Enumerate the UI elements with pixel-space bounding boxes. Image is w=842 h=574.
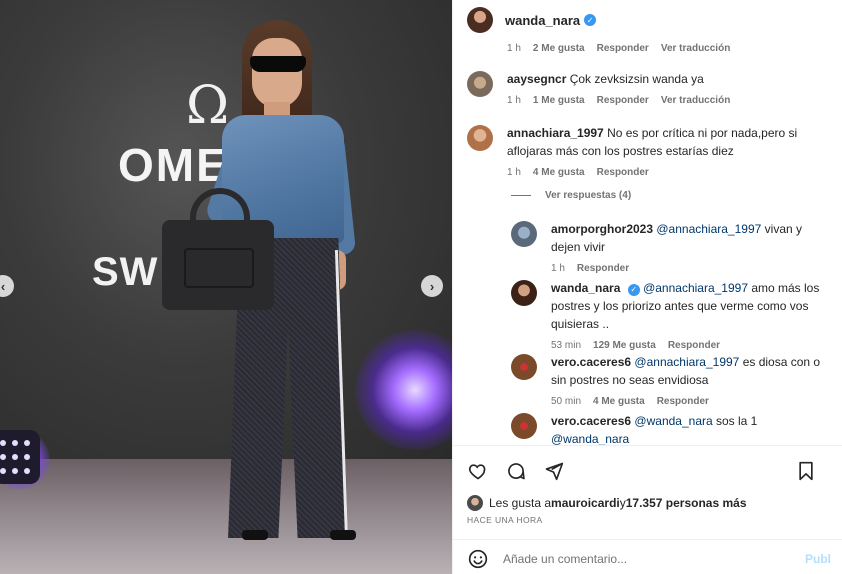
comment-icon[interactable] — [505, 460, 527, 482]
mention-link[interactable]: @annachiara_1997 — [634, 355, 739, 369]
comment-username[interactable]: aaysegncr — [507, 72, 566, 86]
likes-prefix: Les gusta a — [489, 496, 552, 510]
face — [252, 38, 302, 108]
post-header: wanda_nara ✓ — [453, 0, 842, 40]
sunglasses — [250, 56, 306, 72]
likes-count[interactable]: 17.357 personas más — [626, 496, 747, 510]
post-actions: Les gusta a mauroicardi y 17.357 persona… — [453, 445, 842, 574]
add-comment-bar: Añade un comentario... Publ — [453, 539, 842, 574]
right-shoe — [330, 530, 356, 540]
reply-button[interactable]: Responder — [657, 393, 709, 411]
comment-username[interactable]: wanda_nara — [551, 281, 620, 295]
avatar[interactable] — [467, 71, 493, 97]
comment-item: aaysegncr Çok zevksizsin wanda ya 1 h 1 … — [467, 70, 827, 110]
comment-time: 50 min — [551, 396, 582, 407]
comment-text: sos la 1 — [712, 414, 758, 428]
reply-button[interactable]: Responder — [577, 260, 629, 278]
reply-item: vero.caceres6 @wanda_nara sos la 1 @wand… — [511, 412, 842, 445]
comment-likes[interactable]: 4 Me gusta — [593, 393, 645, 411]
reply-item: amorporghor2023 @annachiara_1997 vivan y… — [511, 220, 842, 278]
post-photo: Ω OME SW ‹ › — [0, 0, 452, 574]
view-replies-button[interactable]: Ver respuestas (4) — [511, 190, 631, 201]
chevron-right-icon[interactable]: › — [421, 275, 443, 297]
led-spotlight — [0, 430, 40, 484]
emoji-icon[interactable] — [467, 548, 489, 570]
avatar[interactable] — [467, 125, 493, 151]
mention-link[interactable]: @wanda_nara — [634, 414, 712, 428]
comment-time: 1 h — [507, 95, 521, 106]
comment-list[interactable]: 1 h 2 Me gusta Responder Ver traducción … — [453, 40, 842, 445]
view-replies-label: Ver respuestas (4) — [545, 190, 632, 201]
comment-likes[interactable]: 2 Me gusta — [533, 40, 585, 58]
avatar — [467, 495, 483, 511]
handbag-pocket — [184, 248, 254, 288]
mention-link[interactable]: @wanda_nara — [551, 432, 629, 445]
share-icon[interactable] — [543, 460, 565, 482]
comment-time: 1 h — [551, 263, 565, 274]
avatar[interactable] — [511, 280, 537, 306]
comment-username[interactable]: vero.caceres6 — [551, 414, 631, 428]
translate-button[interactable]: Ver traducción — [661, 40, 730, 58]
reply-button[interactable]: Responder — [597, 92, 649, 110]
comment-likes[interactable]: 1 Me gusta — [533, 92, 585, 110]
comment-input[interactable]: Añade un comentario... — [503, 552, 805, 566]
mention-link[interactable]: @annachiara_1997 — [643, 281, 748, 295]
avatar[interactable] — [511, 221, 537, 247]
likes-summary: Les gusta a mauroicardi y 17.357 persona… — [467, 495, 747, 511]
instagram-post-view: Ω OME SW ‹ › wanda_nara ✓ 1 h 2 Me gusta… — [0, 0, 842, 574]
reply-item: vero.caceres6 @annachiara_1997 es diosa … — [511, 353, 842, 411]
comment-likes[interactable]: 4 Me gusta — [533, 164, 585, 182]
verified-badge-icon: ✓ — [627, 284, 640, 296]
comment-text: Çok zevksizsin wanda ya — [569, 72, 704, 86]
avatar[interactable] — [467, 7, 493, 33]
avatar[interactable] — [511, 354, 537, 380]
swatch-logo-text: SW — [92, 250, 159, 294]
publish-button[interactable]: Publ — [805, 552, 842, 566]
woman-figure — [162, 20, 380, 550]
heart-icon[interactable] — [467, 460, 489, 482]
avatar[interactable] — [511, 413, 537, 439]
comment-username[interactable]: vero.caceres6 — [551, 355, 631, 369]
translate-button[interactable]: Ver traducción — [661, 92, 730, 110]
reply-button[interactable]: Responder — [597, 40, 649, 58]
post-timestamp[interactable]: HACE UNA HORA — [467, 515, 543, 525]
comment-username[interactable]: annachiara_1997 — [507, 126, 604, 140]
comment-time: 1 h — [507, 167, 521, 178]
left-shoe — [242, 530, 268, 540]
liker-username[interactable]: mauroicardi — [551, 496, 620, 510]
verified-badge-icon: ✓ — [584, 14, 597, 26]
reply-button[interactable]: Responder — [597, 164, 649, 182]
divider — [511, 195, 531, 196]
mention-link[interactable]: @annachiara_1997 — [656, 222, 761, 236]
comment-username[interactable]: amorporghor2023 — [551, 222, 653, 236]
comment-item: annachiara_1997 No es por crítica ni por… — [467, 124, 827, 182]
post-author-username[interactable]: wanda_nara — [505, 13, 580, 28]
bookmark-icon[interactable] — [795, 460, 817, 482]
reply-item: wanda_nara ✓ @annachiara_1997 amo más lo… — [511, 279, 842, 355]
comment-time: 1 h — [507, 43, 521, 54]
comments-panel: wanda_nara ✓ 1 h 2 Me gusta Responder Ve… — [452, 0, 842, 574]
comment-item: 1 h 2 Me gusta Responder Ver traducción — [467, 40, 827, 58]
